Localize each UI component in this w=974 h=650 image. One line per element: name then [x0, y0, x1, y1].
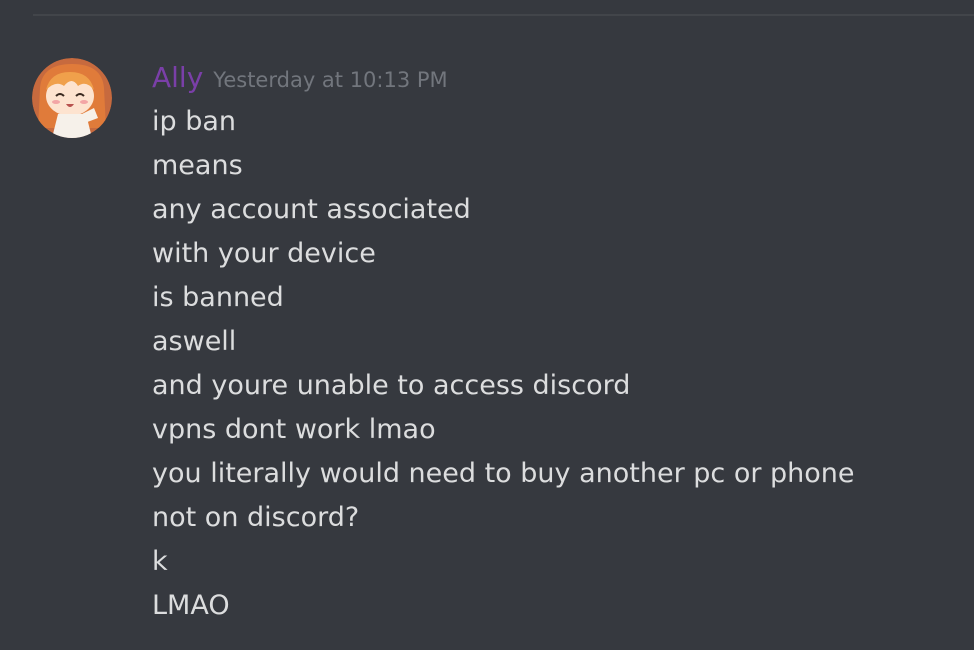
message-line: aswell [152, 326, 237, 357]
message-timestamp: Yesterday at 10:13 PM [213, 68, 448, 92]
message-line: any account associated [152, 194, 471, 225]
message-line: vpns dont work lmao [152, 414, 436, 445]
user-avatar-icon[interactable] [32, 58, 112, 138]
message-line: means [152, 150, 243, 181]
message-line: ip ban [152, 106, 237, 137]
message-line: k [152, 546, 168, 577]
message-line: not on discord? [152, 502, 360, 533]
username[interactable]: Ally [152, 61, 203, 94]
message-line: is banned [152, 282, 284, 313]
message-line: LMAO [152, 590, 230, 621]
chat-message: Ally Yesterday at 10:13 PM ip ban means any… [0, 0, 974, 650]
message-line: and youre unable to access discord [152, 370, 631, 401]
message-line: with your device [152, 238, 376, 269]
message-line: you literally would need to buy another … [152, 458, 855, 489]
message-content: ip ban means any account associated with yo… [152, 100, 952, 628]
message-header: Ally Yesterday at 10:13 PM [152, 58, 448, 98]
